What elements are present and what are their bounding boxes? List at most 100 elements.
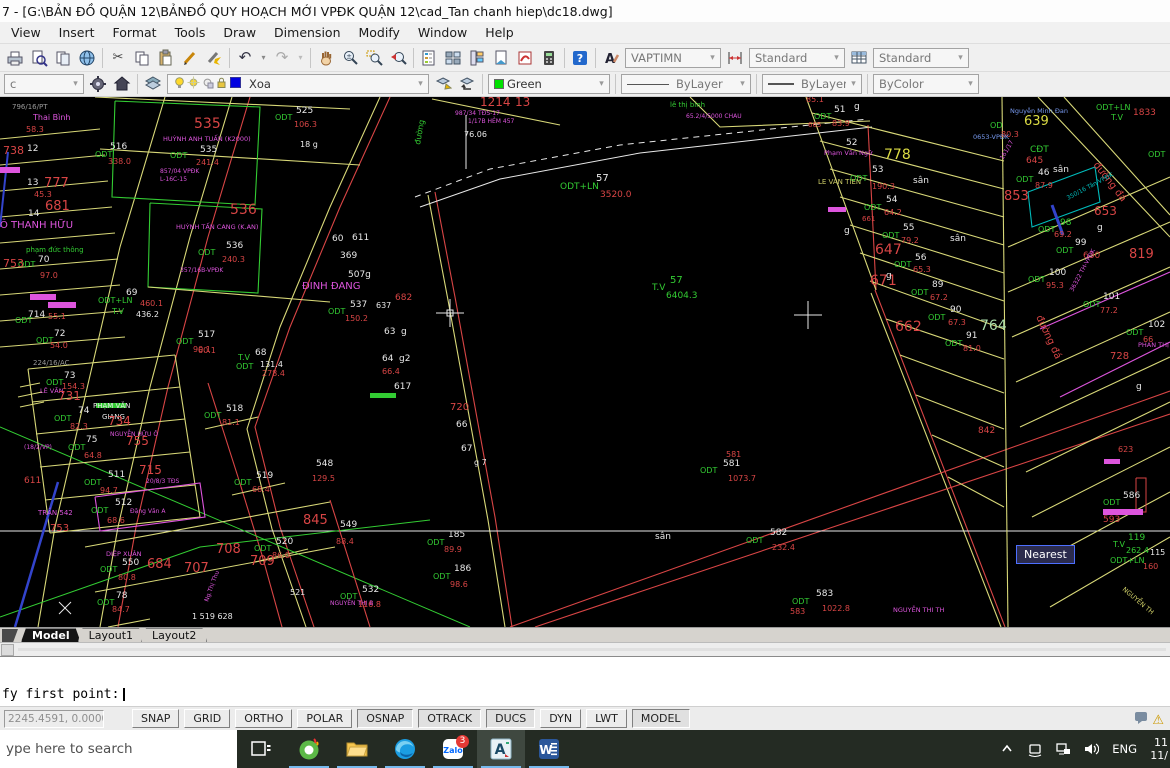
- taskbar-app-task-view[interactable]: [237, 730, 285, 768]
- language-indicator[interactable]: ENG: [1107, 742, 1142, 756]
- taskbar-app-coccoc[interactable]: [285, 730, 333, 768]
- status-toggle-ducs[interactable]: DUCS: [486, 709, 535, 728]
- status-toggle-model[interactable]: MODEL: [632, 709, 690, 728]
- tool-palettes-button[interactable]: [465, 46, 489, 70]
- dim-style-combo[interactable]: Standard ▾: [749, 48, 845, 68]
- paste-button[interactable]: [154, 46, 178, 70]
- drawing-area[interactable]: 796/16/PTThai Bình58.373812ODT516338.053…: [0, 97, 1170, 627]
- menu-help[interactable]: Help: [476, 23, 523, 42]
- design-center-button[interactable]: [441, 46, 465, 70]
- undo-button[interactable]: ↶: [233, 46, 257, 70]
- status-toggle-polar[interactable]: POLAR: [297, 709, 352, 728]
- network-icon[interactable]: [1051, 737, 1075, 761]
- status-toggle-dyn[interactable]: DYN: [540, 709, 581, 728]
- publish-button[interactable]: [51, 46, 75, 70]
- match-properties-button[interactable]: [202, 46, 226, 70]
- zoom-realtime-button[interactable]: ±: [338, 46, 362, 70]
- taskbar-clock[interactable]: 11 11/: [1146, 736, 1168, 762]
- status-toggle-osnap[interactable]: OSNAP: [357, 709, 413, 728]
- chevron-down-icon[interactable]: ▾: [829, 53, 844, 63]
- workspace-settings-button[interactable]: [86, 72, 110, 96]
- status-toggle-grid[interactable]: GRID: [184, 709, 230, 728]
- status-toggle-lwt[interactable]: LWT: [586, 709, 627, 728]
- sheet-set-button[interactable]: [489, 46, 513, 70]
- taskbar-app-explorer[interactable]: [333, 730, 381, 768]
- calculator-button[interactable]: [537, 46, 561, 70]
- layer-previous-button[interactable]: [455, 72, 479, 96]
- text-style-combo[interactable]: VAPTIMN ▾: [625, 48, 721, 68]
- chevron-down-icon[interactable]: ▾: [953, 53, 968, 63]
- linetype-combo[interactable]: ByLayer ▾: [621, 74, 751, 94]
- menu-view[interactable]: View: [2, 23, 50, 42]
- help-button[interactable]: ?: [568, 46, 592, 70]
- make-object-layer-current-button[interactable]: [431, 72, 455, 96]
- taskbar-search[interactable]: ype here to search: [0, 730, 237, 768]
- tab-model[interactable]: Model: [21, 628, 81, 642]
- layer-swatch-icon[interactable]: [229, 76, 242, 92]
- speaker-icon[interactable]: [1079, 737, 1103, 761]
- tablet-mode-icon[interactable]: [1023, 737, 1047, 761]
- cut-button[interactable]: ✂: [106, 46, 130, 70]
- command-prompt-line[interactable]: fy first point:: [2, 686, 1168, 703]
- pencil-button[interactable]: [178, 46, 202, 70]
- plot-button[interactable]: [3, 46, 27, 70]
- coordinates-display[interactable]: 2245.4591, 0.0000: [4, 710, 104, 728]
- menu-modify[interactable]: Modify: [350, 23, 409, 42]
- table-style-button[interactable]: [847, 46, 871, 70]
- zoom-window-button[interactable]: [362, 46, 386, 70]
- communication-center-icon[interactable]: [1133, 709, 1149, 729]
- lineweight-combo[interactable]: ByLayer ▾: [762, 74, 862, 94]
- undo-dropdown-icon[interactable]: ▾: [257, 46, 270, 70]
- layer-on-icon[interactable]: [173, 76, 186, 92]
- chevron-down-icon[interactable]: ▾: [594, 79, 609, 89]
- web-button[interactable]: [75, 46, 99, 70]
- menu-tools[interactable]: Tools: [166, 23, 215, 42]
- chevron-down-icon[interactable]: ▾: [846, 79, 861, 89]
- my-workspace-button[interactable]: [110, 72, 134, 96]
- taskbar-app-zalo[interactable]: Zalo3: [429, 730, 477, 768]
- menu-insert[interactable]: Insert: [50, 23, 104, 42]
- markup-button[interactable]: [513, 46, 537, 70]
- properties-button[interactable]: [417, 46, 441, 70]
- chevron-down-icon[interactable]: ▾: [963, 79, 978, 89]
- menu-window[interactable]: Window: [409, 23, 476, 42]
- status-toggle-ortho[interactable]: ORTHO: [235, 709, 292, 728]
- table-style-combo[interactable]: Standard ▾: [873, 48, 969, 68]
- chevron-down-icon[interactable]: ▾: [705, 53, 720, 63]
- layer-freeze-icon[interactable]: [187, 76, 200, 92]
- dim-style-button[interactable]: [723, 46, 747, 70]
- h-scrollbar[interactable]: [0, 642, 1170, 656]
- tab-layout1[interactable]: Layout1: [78, 628, 144, 642]
- status-toggle-snap[interactable]: SNAP: [132, 709, 179, 728]
- layer-combo[interactable]: Xoa ▾: [167, 74, 429, 94]
- layer-lock-icon[interactable]: [215, 76, 228, 92]
- menu-dimension[interactable]: Dimension: [265, 23, 349, 42]
- menu-format[interactable]: Format: [104, 23, 166, 42]
- scrollbar-track[interactable]: [18, 648, 1166, 651]
- chevron-down-icon[interactable]: ▾: [68, 79, 83, 89]
- layer-properties-button[interactable]: [141, 72, 165, 96]
- chevron-down-icon[interactable]: ▾: [735, 79, 750, 89]
- zoom-previous-button[interactable]: [386, 46, 410, 70]
- text-style-button[interactable]: A: [599, 46, 623, 70]
- color-combo[interactable]: Green ▾: [488, 74, 610, 94]
- redo-dropdown-icon[interactable]: ▾: [294, 46, 307, 70]
- chevron-down-icon[interactable]: ▾: [413, 79, 428, 89]
- pan-button[interactable]: [314, 46, 338, 70]
- scrollbar-thumb[interactable]: [1, 644, 14, 656]
- redo-button[interactable]: ↷: [270, 46, 294, 70]
- copy-button[interactable]: [130, 46, 154, 70]
- command-window[interactable]: fy first point:: [0, 656, 1170, 706]
- menu-draw[interactable]: Draw: [214, 23, 265, 42]
- status-toggle-otrack[interactable]: OTRACK: [418, 709, 481, 728]
- tab-layout2[interactable]: Layout2: [141, 628, 207, 642]
- plotstyle-combo[interactable]: ByColor ▾: [873, 74, 979, 94]
- trusted-dwg-warning-icon[interactable]: ⚠: [1152, 709, 1164, 728]
- taskbar-app-word[interactable]: W: [525, 730, 573, 768]
- taskbar-app-edge[interactable]: [381, 730, 429, 768]
- tab-navigation-icon[interactable]: [2, 629, 18, 642]
- workspace-combo[interactable]: c ▾: [4, 74, 84, 94]
- taskbar-app-autocad[interactable]: A: [477, 730, 525, 768]
- chevron-up-icon[interactable]: [995, 737, 1019, 761]
- print-preview-button[interactable]: [27, 46, 51, 70]
